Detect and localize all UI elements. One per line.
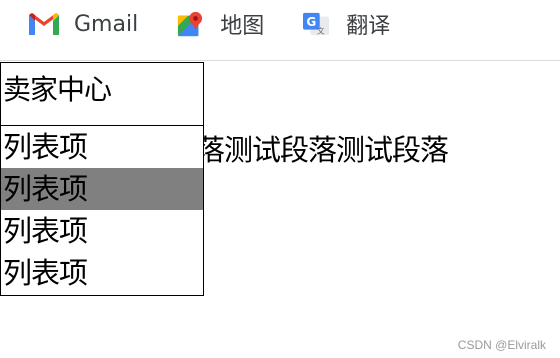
list-item[interactable]: 列表项 — [1, 126, 203, 168]
svg-text:G: G — [307, 15, 317, 29]
menu-header[interactable]: 卖家中心 — [1, 63, 203, 126]
bookmark-maps[interactable]: 地图 — [174, 8, 264, 40]
bookmark-gmail[interactable]: Gmail — [28, 11, 138, 37]
list-item[interactable]: 列表项 — [1, 210, 203, 252]
translate-icon: G 文 — [303, 12, 330, 35]
bookmark-label: 翻译 — [346, 14, 391, 39]
maps-icon — [178, 11, 203, 37]
bookmark-translate[interactable]: G 文 翻译 — [300, 8, 390, 40]
seller-center-menu: 卖家中心 列表项 列表项 列表项 列表项 — [0, 62, 204, 296]
bookmarks-bar: Gmail 地图 G 文 翻译 — [0, 0, 560, 48]
watermark: CSDN @Elviralk — [457, 338, 546, 352]
toolbar-divider — [0, 60, 560, 61]
bookmark-label: Gmail — [74, 11, 139, 37]
list-item[interactable]: 列表项 — [1, 252, 203, 294]
gmail-icon — [29, 13, 59, 35]
bookmark-label: 地图 — [220, 14, 265, 39]
svg-text:文: 文 — [317, 25, 325, 35]
list-item[interactable]: 列表项 — [1, 168, 203, 210]
